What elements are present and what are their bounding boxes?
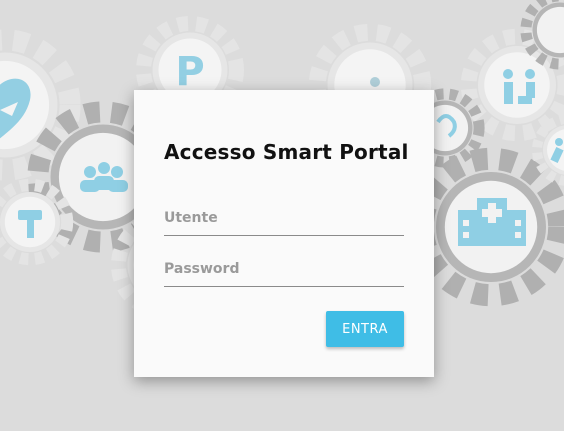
username-input[interactable] bbox=[164, 206, 404, 236]
password-input[interactable] bbox=[164, 257, 404, 287]
parking-letter: P bbox=[175, 49, 204, 95]
login-card: Accesso Smart Portal ENTRA bbox=[134, 90, 434, 377]
login-title: Accesso Smart Portal bbox=[164, 140, 409, 164]
parking-icon: P bbox=[175, 49, 204, 95]
login-button[interactable]: ENTRA bbox=[326, 311, 404, 347]
